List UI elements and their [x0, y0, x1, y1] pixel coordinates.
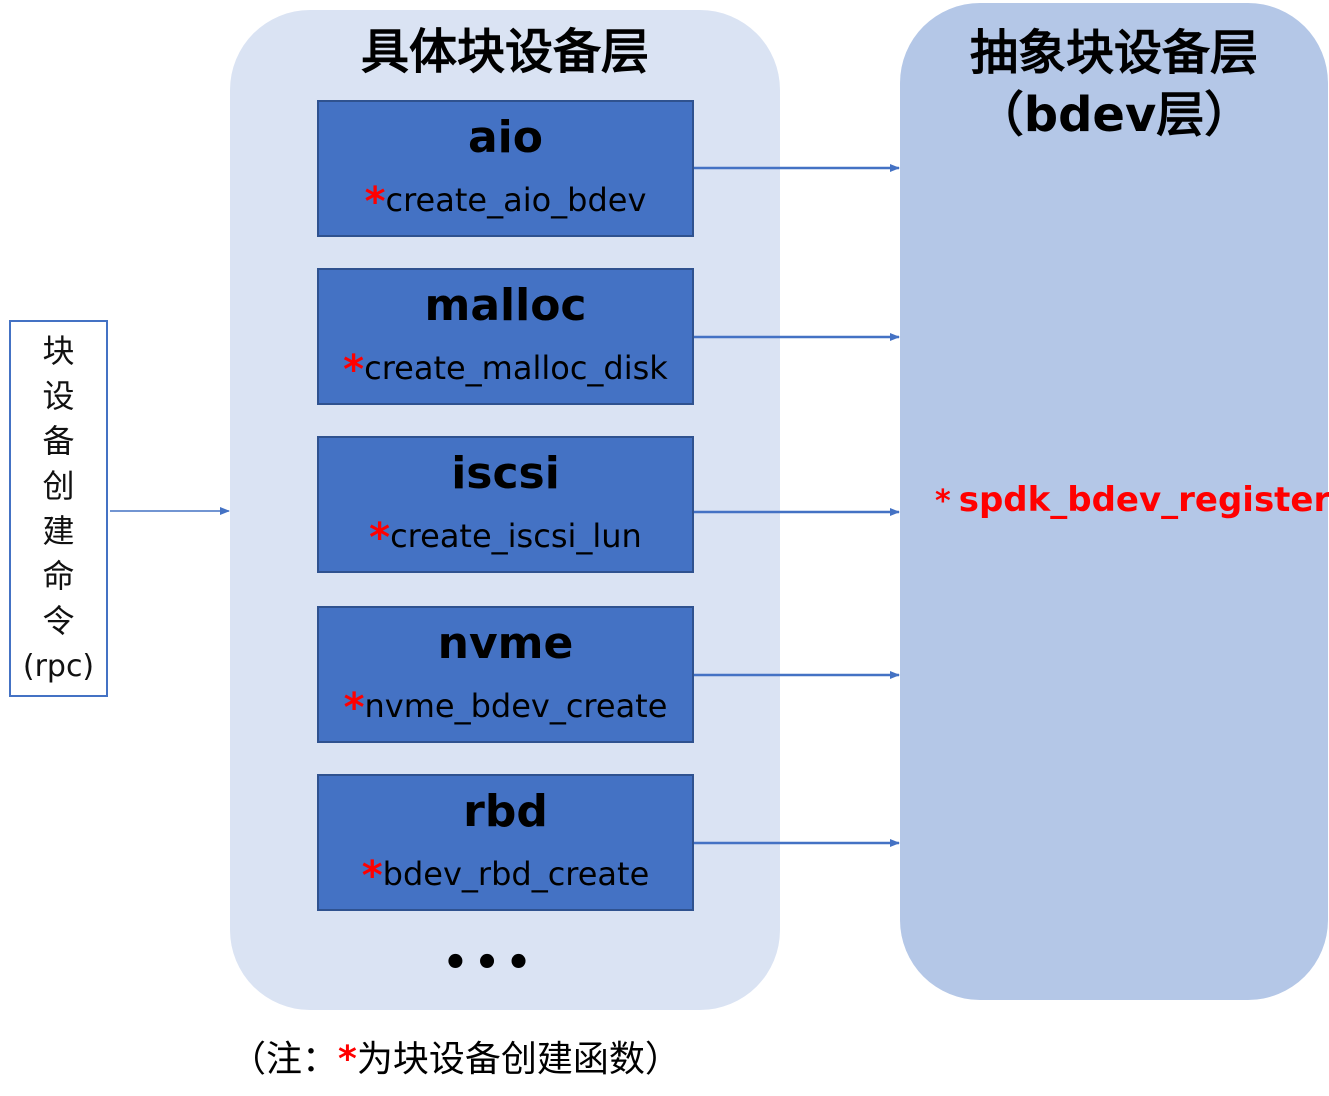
note-text: 为块设备创建函数）	[356, 1039, 681, 1080]
footnote: （注：*为块设备创建函数）	[230, 1030, 681, 1082]
arrow-layer	[110, 164, 900, 847]
note-star: *	[338, 1039, 357, 1080]
note-prefix: （注：	[230, 1039, 339, 1080]
